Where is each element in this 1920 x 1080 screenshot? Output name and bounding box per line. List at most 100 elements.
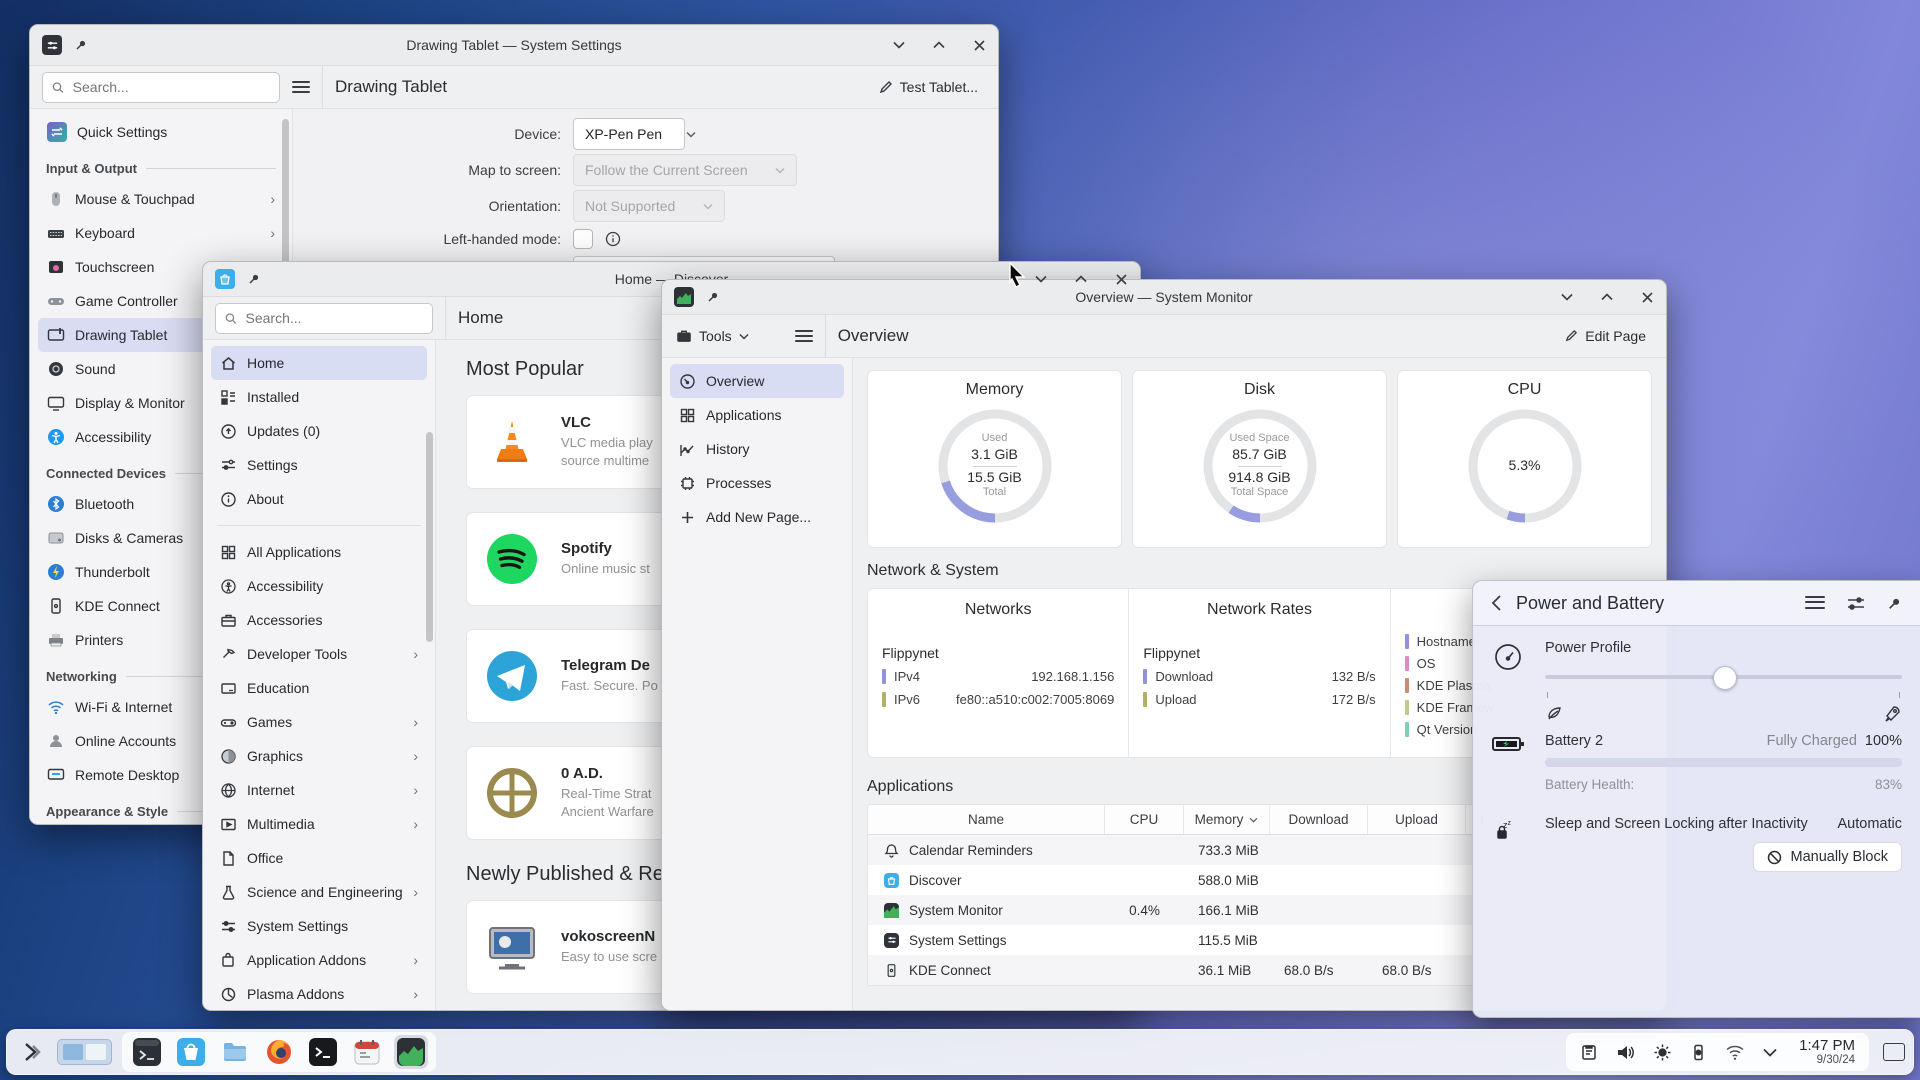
sidebar-item-science-engineering[interactable]: Science and Engineering › — [211, 875, 427, 909]
close-button[interactable] — [1114, 272, 1128, 286]
sidebar-item-graphics[interactable]: Graphics › — [211, 739, 427, 773]
sidebar-item-updates[interactable]: Updates (0) — [211, 414, 427, 448]
task-calendar[interactable] — [350, 1035, 384, 1069]
sidebar-item-office[interactable]: Office — [211, 841, 427, 875]
minimize-button[interactable] — [1034, 272, 1048, 286]
app-launcher-icon[interactable] — [15, 1035, 49, 1069]
kde-connect-tray-icon[interactable] — [1690, 1044, 1707, 1061]
tray-expand-chevron-icon[interactable] — [1763, 1048, 1777, 1057]
keyboard-icon — [47, 224, 65, 242]
info-icon[interactable] — [605, 231, 621, 247]
graphics-icon — [220, 748, 237, 765]
mouse-icon — [47, 190, 65, 208]
sidebar-item-developer-tools[interactable]: Developer Tools › — [211, 637, 427, 671]
sidebar-item-internet[interactable]: Internet › — [211, 773, 427, 807]
sidebar-item-applications[interactable]: Applications — [670, 398, 844, 432]
gauge-title: Memory — [965, 381, 1024, 398]
configure-icon[interactable] — [1847, 596, 1865, 611]
task-konsole[interactable] — [130, 1035, 164, 1069]
search-input[interactable] — [243, 309, 423, 327]
sidebar-item-settings[interactable]: Settings — [211, 448, 427, 482]
sidebar-item-add-new-page[interactable]: Add New Page... — [670, 500, 844, 534]
sidebar-item-games[interactable]: Games › — [211, 705, 427, 739]
popup-title: Power and Battery — [1516, 592, 1665, 613]
sidebar-item-mouse-touchpad[interactable]: Mouse & Touchpad › — [38, 182, 284, 216]
battery-progress-bar — [1545, 758, 1902, 767]
show-desktop-button[interactable] — [1883, 1043, 1905, 1061]
gauge-title: CPU — [1507, 381, 1542, 398]
hamburger-menu-icon[interactable] — [1805, 595, 1825, 609]
back-icon[interactable] — [1491, 595, 1502, 611]
virtual-desktop-pager[interactable] — [57, 1039, 112, 1065]
power-profile-slider[interactable] — [1545, 666, 1902, 698]
sidebar-item-installed[interactable]: Installed — [211, 380, 427, 414]
vlc-icon — [485, 415, 539, 469]
pager-desktop-2[interactable] — [86, 1044, 106, 1060]
sidebar-item-history[interactable]: History — [670, 432, 844, 466]
sidebar-item-about[interactable]: About — [211, 482, 427, 516]
sidebar-item-education[interactable]: Education — [211, 671, 427, 705]
wifi-tray-icon[interactable] — [1725, 1044, 1745, 1061]
sidebar-item-processes[interactable]: Processes — [670, 466, 844, 500]
hamburger-menu-icon[interactable] — [292, 81, 310, 93]
games-icon — [220, 714, 237, 731]
page-title: Overview — [837, 326, 909, 345]
brightness-icon[interactable] — [1653, 1043, 1672, 1062]
sidebar-item-multimedia[interactable]: Multimedia › — [211, 807, 427, 841]
memory-gauge-card: Memory Used 3.1 GiB 15.5 GiB Total — [867, 370, 1122, 548]
toolbox-icon — [677, 330, 691, 342]
pin-icon[interactable] — [706, 290, 720, 304]
titlebar[interactable]: Drawing Tablet — System Settings — [30, 25, 998, 66]
search-input[interactable] — [70, 78, 270, 96]
block-icon — [1768, 850, 1782, 864]
sidebar-item-plasma-addons[interactable]: Plasma Addons › — [211, 977, 427, 1010]
sidebar-item-system-settings[interactable]: System Settings — [211, 909, 427, 943]
network-rates-column: Network Rates Flippynet Download 132 B/s… — [1128, 589, 1389, 757]
power-battery-popup: Power and Battery Power Profile Battery … — [1472, 580, 1920, 1018]
maximize-button[interactable] — [1074, 272, 1088, 286]
manually-block-button[interactable]: Manually Block — [1753, 842, 1902, 872]
sidebar-item-accessories[interactable]: Accessories — [211, 603, 427, 637]
settings-search-field[interactable] — [42, 71, 280, 103]
test-tablet-button[interactable]: Test Tablet... — [870, 74, 986, 100]
sidebar-item-all-applications[interactable]: All Applications — [211, 535, 427, 569]
task-terminal[interactable] — [306, 1035, 340, 1069]
slider-handle[interactable] — [1712, 666, 1737, 690]
sleep-value: Automatic — [1837, 816, 1902, 832]
clipboard-icon[interactable] — [1580, 1043, 1598, 1061]
sidebar-item-keyboard[interactable]: Keyboard › — [38, 216, 284, 250]
task-firefox[interactable] — [262, 1035, 296, 1069]
sidebar-scrollbar[interactable] — [426, 432, 433, 642]
pin-icon[interactable] — [247, 272, 261, 286]
volume-icon[interactable] — [1616, 1043, 1635, 1062]
device-combobox[interactable]: XP-Pen Pen — [573, 118, 696, 150]
pin-icon[interactable] — [74, 38, 88, 52]
printer-icon — [47, 631, 65, 649]
column-memory: Memory — [1184, 805, 1270, 834]
page-title: Home — [458, 308, 504, 327]
edit-page-button[interactable]: Edit Page — [1556, 323, 1654, 349]
sidebar-item-application-addons[interactable]: Application Addons › — [211, 943, 427, 977]
hamburger-menu-icon[interactable] — [794, 330, 813, 342]
close-button[interactable] — [972, 38, 986, 52]
sidebar-item-quick-settings[interactable]: Quick Settings — [38, 115, 284, 149]
maximize-button[interactable] — [1600, 290, 1614, 304]
minimize-button[interactable] — [892, 38, 906, 52]
discover-search-field[interactable] — [215, 302, 433, 334]
maximize-button[interactable] — [932, 38, 946, 52]
minimize-button[interactable] — [1560, 290, 1574, 304]
pin-icon[interactable] — [1887, 596, 1902, 611]
task-dolphin[interactable] — [218, 1035, 252, 1069]
pager-desktop-1[interactable] — [63, 1044, 83, 1060]
titlebar[interactable]: Overview — System Monitor — [662, 280, 1666, 315]
sidebar-scrollbar[interactable] — [282, 119, 289, 284]
sidebar-item-overview[interactable]: Overview — [670, 364, 844, 398]
sidebar-item-accessibility[interactable]: Accessibility — [211, 569, 427, 603]
task-system-monitor[interactable] — [394, 1035, 428, 1069]
close-button[interactable] — [1640, 290, 1654, 304]
clock[interactable]: 1:47 PM 9/30/24 — [1799, 1037, 1855, 1067]
sidebar-item-home[interactable]: Home — [211, 346, 427, 380]
task-discover[interactable] — [174, 1035, 208, 1069]
tools-menu-button[interactable]: Tools — [674, 323, 757, 349]
left-handed-checkbox[interactable] — [573, 229, 593, 249]
